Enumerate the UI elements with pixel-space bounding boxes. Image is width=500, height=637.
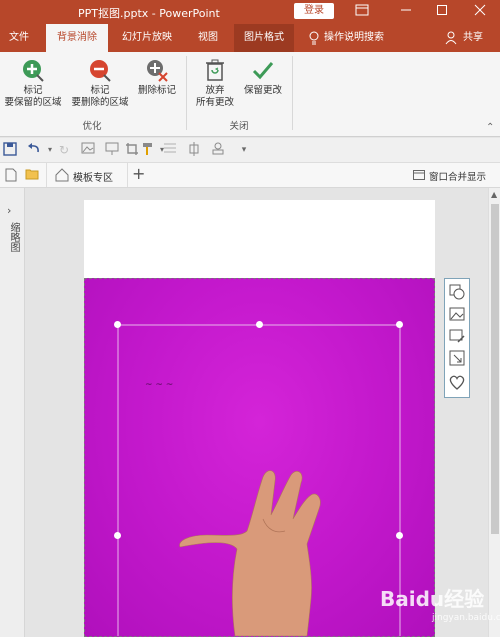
vertical-scrollbar[interactable]: ▲ [488, 188, 500, 637]
close-icon[interactable] [470, 2, 490, 22]
image-edit-icon[interactable] [448, 327, 466, 345]
mark-keep-label-2: 要保留的区域 [4, 97, 62, 108]
discard-all-changes-button[interactable]: 放弃 所有更改 [192, 58, 238, 109]
mark-keep-label-1: 标记 [23, 85, 43, 96]
resize-handle[interactable] [114, 321, 121, 328]
mark-keep-icon [21, 58, 45, 82]
open-folder-icon[interactable] [25, 168, 39, 183]
tab-picture-format[interactable]: 图片格式 [234, 24, 294, 52]
ribbon-separator [292, 56, 293, 130]
discard-label-2: 所有更改 [195, 97, 234, 108]
shapes-icon[interactable] [448, 283, 466, 301]
keep-changes-label: 保留更改 [243, 85, 282, 96]
window-icon [413, 170, 425, 183]
lightbulb-icon [308, 31, 320, 48]
quick-access-toolbar: ▾ ↻ ▾ ▾ [0, 138, 500, 163]
watermark-brand: Baidu经验 [380, 587, 485, 611]
crop-icon[interactable] [124, 142, 140, 158]
ribbon: 标记 要保留的区域 标记 要删除的区域 删除标记 优化 放弃 所有更改 保留更改… [0, 52, 500, 137]
presenter-icon[interactable] [104, 142, 120, 158]
scrollbar-thumb[interactable] [491, 204, 499, 534]
image-icon[interactable] [448, 305, 466, 323]
user-icon [445, 31, 457, 48]
picture-icon[interactable] [80, 142, 96, 158]
resize-handle[interactable] [396, 321, 403, 328]
baidu-watermark: Baidu经验 jingyan.baidu.com [380, 583, 500, 633]
tell-me-search[interactable]: 操作说明搜索 [324, 24, 404, 52]
maximize-icon[interactable] [432, 2, 452, 22]
expand-pane-icon[interactable]: › [7, 204, 11, 217]
resize-handle[interactable] [114, 532, 121, 539]
home-icon [55, 168, 69, 185]
slide-top-area [84, 200, 435, 278]
mark-remove-label-2: 要删除的区域 [71, 97, 129, 108]
thumbnail-pane: › 缩略图 [0, 188, 25, 637]
discard-label-1: 放弃 [205, 85, 225, 96]
tab-slideshow[interactable]: 幻灯片放映 [116, 24, 178, 52]
save-icon[interactable] [2, 142, 18, 158]
template-tab-label: 模板专区 [73, 173, 113, 184]
svg-text:~ ~ ~: ~ ~ ~ [145, 380, 173, 390]
mark-areas-to-keep-button[interactable]: 标记 要保留的区域 [2, 58, 64, 109]
new-file-icon[interactable] [5, 168, 17, 185]
undo-icon[interactable] [26, 142, 42, 158]
delete-mark-label: 删除标记 [137, 85, 176, 96]
group-label-refine: 优化 [82, 121, 102, 132]
align-icon[interactable] [162, 142, 178, 158]
document-tab-bar: 模板专区 + 窗口合并显示 [0, 163, 500, 188]
mark-remove-label-1: 标记 [90, 85, 110, 96]
collapse-ribbon-icon[interactable]: ⌃ [486, 122, 494, 133]
resize-handle[interactable] [396, 532, 403, 539]
ribbon-separator [186, 56, 187, 130]
keep-changes-button[interactable]: 保留更改 [240, 58, 286, 97]
tab-template-zone[interactable]: 模板专区 [46, 163, 128, 187]
ribbon-display-options-icon[interactable] [352, 2, 372, 22]
resize-icon[interactable] [448, 349, 466, 367]
share-button[interactable]: 共享 [459, 24, 487, 52]
tab-background-removal[interactable]: 背景消除 [46, 24, 108, 52]
floating-toolbar [444, 278, 470, 398]
checkmark-icon [251, 58, 275, 82]
window-title: PPT抠图.pptx - PowerPoint [78, 7, 220, 20]
tab-view[interactable]: 视图 [190, 24, 226, 52]
rotate-handle[interactable] [256, 321, 263, 328]
mark-areas-to-remove-button[interactable]: 标记 要删除的区域 [68, 58, 132, 109]
trash-icon [203, 58, 227, 82]
delete-mark-icon [145, 58, 169, 82]
redo-icon[interactable]: ↻ [56, 142, 72, 158]
stamp-icon[interactable] [210, 142, 226, 158]
delete-mark-button[interactable]: 删除标记 [134, 58, 180, 97]
login-button[interactable]: 登录 [294, 3, 334, 19]
ribbon-tab-bar: 文件 背景消除 幻灯片放映 视图 图片格式 操作说明搜索 共享 [0, 24, 500, 52]
group-label-close: 关闭 [229, 121, 249, 132]
merge-windows-button[interactable]: 窗口合并显示 [429, 169, 486, 183]
mark-remove-icon [88, 58, 112, 82]
customize-qat-icon[interactable]: ▾ [236, 142, 252, 158]
title-bar: PPT抠图.pptx - PowerPoint 登录 [0, 0, 500, 24]
minimize-icon[interactable] [396, 2, 416, 22]
slide-canvas[interactable]: ~ ~ ~ [25, 188, 488, 637]
scroll-up-icon[interactable]: ▲ [491, 190, 497, 199]
watermark-url: jingyan.baidu.com [432, 613, 500, 623]
heart-icon[interactable] [448, 373, 466, 391]
thumbnails-label[interactable]: 缩略图 [5, 222, 19, 252]
distribute-icon[interactable] [186, 142, 202, 158]
add-tab-icon[interactable]: + [132, 164, 145, 183]
tab-file[interactable]: 文件 [4, 24, 34, 52]
